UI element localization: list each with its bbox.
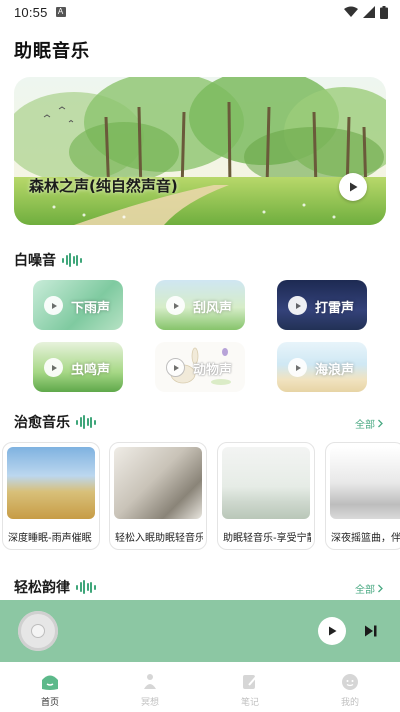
chevron-right-icon: [378, 584, 383, 593]
noise-label-wind: 刮风声: [193, 301, 233, 316]
forest-illustration: [14, 77, 386, 225]
player-next-button[interactable]: [362, 622, 380, 640]
bottom-navigation: 首页 冥想 笔记 我的: [0, 662, 400, 712]
more-label: 全部: [355, 420, 375, 431]
play-icon: [166, 296, 185, 315]
healing-music-card[interactable]: 深度睡眠-雨声催眠: [2, 442, 100, 550]
healing-music-title: 治愈音乐: [14, 415, 70, 431]
banner-title: 森林之声(纯自然声音): [29, 177, 178, 195]
play-icon: [350, 182, 358, 192]
healing-music-card[interactable]: 助眠轻音乐-享受宁静: [217, 442, 315, 550]
nav-item-notes[interactable]: 笔记: [200, 662, 300, 712]
status-bar: 10:55 A: [0, 0, 400, 24]
nav-label: 我的: [340, 698, 359, 708]
relax-melody-title: 轻松韵律: [14, 580, 70, 596]
status-icons: [344, 5, 388, 19]
nav-item-profile[interactable]: 我的: [300, 662, 400, 712]
battery-icon: [380, 5, 388, 19]
wifi-icon: [344, 6, 358, 17]
profile-icon: [340, 672, 360, 692]
play-icon: [329, 626, 337, 636]
nav-label: 首页: [40, 698, 59, 708]
relax-melody-header: 轻松韵律: [14, 577, 96, 597]
player-play-button[interactable]: [318, 617, 346, 645]
noise-label-thunder: 打雷声: [315, 301, 355, 316]
thumbnail-living-room: [222, 447, 310, 519]
healing-music-header: 治愈音乐: [14, 412, 96, 432]
album-disc[interactable]: [18, 611, 58, 651]
healing-music-more-link[interactable]: 全部: [355, 416, 384, 431]
noise-card-waves[interactable]: 海浪声: [277, 342, 367, 392]
healing-music-card[interactable]: 深夜摇篮曲，伴你入眠: [325, 442, 400, 550]
card-caption: 轻松入眠助眠轻音乐: [115, 533, 203, 544]
signal-icon: [363, 6, 375, 18]
white-noise-title: 白噪音: [14, 253, 56, 269]
home-icon: [40, 672, 60, 692]
noise-card-rain[interactable]: 下雨声: [33, 280, 123, 330]
play-icon: [288, 296, 307, 315]
healing-music-card[interactable]: 轻松入眠助眠轻音乐: [109, 442, 207, 550]
banner-play-button[interactable]: [339, 173, 367, 201]
sound-wave-icon: [76, 580, 96, 594]
thumbnail-landscape: [7, 447, 95, 519]
noise-card-insects[interactable]: 虫鸣声: [33, 342, 123, 392]
noise-label-animals: 动物声: [193, 363, 233, 378]
noise-card-wind[interactable]: 刮风声: [155, 280, 245, 330]
skip-next-icon: [365, 625, 377, 637]
noise-card-animals[interactable]: 动物声: [155, 342, 245, 392]
chevron-right-icon: [378, 419, 383, 428]
app-screen: 10:55 A 助眠音乐 森林之声(纯自然声音) 白噪音 下雨声 刮风声 打雷声…: [0, 0, 400, 712]
notification-icon: A: [55, 7, 66, 17]
play-icon: [166, 358, 185, 377]
nav-item-meditation[interactable]: 冥想: [100, 662, 200, 712]
play-icon: [44, 358, 63, 377]
sound-wave-icon: [76, 415, 96, 429]
sound-wave-icon: [62, 253, 82, 267]
meditation-icon: [140, 672, 160, 692]
nav-label: 冥想: [140, 698, 159, 708]
note-icon: [240, 672, 260, 692]
nav-item-home[interactable]: 首页: [0, 662, 100, 712]
nav-label: 笔记: [240, 698, 259, 708]
mini-player: [0, 600, 400, 662]
featured-banner[interactable]: 森林之声(纯自然声音): [14, 77, 386, 225]
play-icon: [44, 296, 63, 315]
thumbnail-bed: [114, 447, 202, 519]
thumbnail-sleeping-desk: [330, 447, 400, 519]
white-noise-header: 白噪音: [14, 250, 82, 270]
page-title: 助眠音乐: [14, 41, 90, 62]
card-caption: 助眠轻音乐-享受宁静: [223, 533, 311, 544]
relax-melody-more-link[interactable]: 全部: [355, 581, 384, 596]
noise-label-rain: 下雨声: [71, 301, 111, 316]
noise-label-insects: 虫鸣声: [71, 363, 111, 378]
play-icon: [288, 358, 307, 377]
noise-label-waves: 海浪声: [315, 363, 355, 378]
more-label: 全部: [355, 585, 375, 596]
status-time: 10:55: [14, 4, 48, 20]
noise-card-thunder[interactable]: 打雷声: [277, 280, 367, 330]
card-caption: 深度睡眠-雨声催眠: [8, 533, 92, 544]
card-caption: 深夜摇篮曲，伴你入眠: [331, 533, 400, 544]
